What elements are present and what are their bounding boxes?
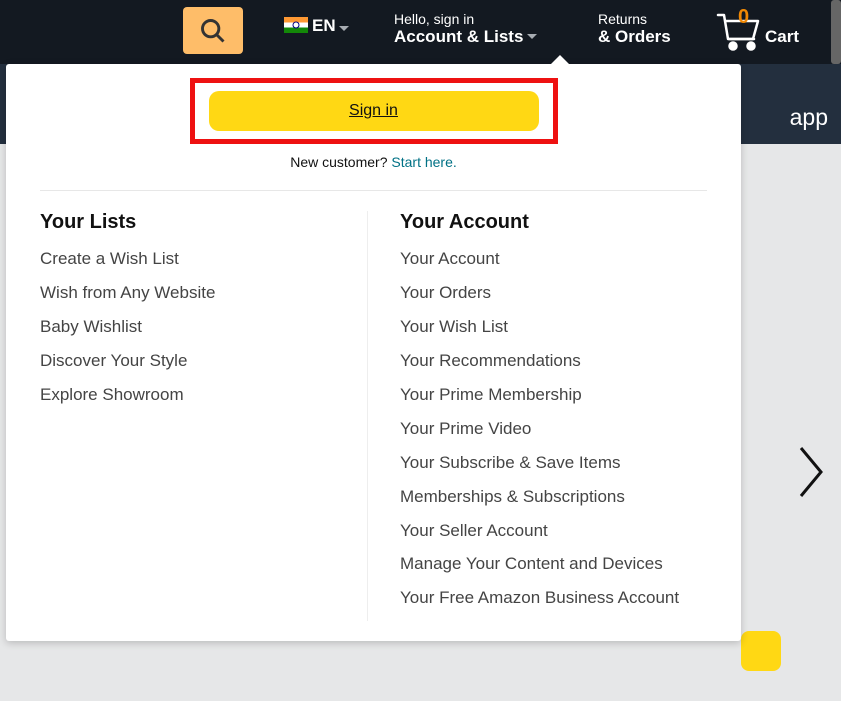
top-navbar: EN Hello, sign in Account & Lists Return…: [0, 0, 841, 64]
account-label: Account & Lists: [394, 27, 523, 47]
your-lists-heading: Your Lists: [40, 211, 347, 234]
returns-orders-link[interactable]: Returns & Orders: [592, 10, 677, 49]
returns-line1: Returns: [598, 12, 671, 27]
your-lists-column: Your Lists Create a Wish List Wish from …: [40, 211, 368, 621]
flag-india-icon: [284, 17, 308, 33]
list-link[interactable]: Wish from Any Website: [40, 282, 347, 305]
account-link[interactable]: Your Account: [400, 248, 707, 271]
account-greeting: Hello, sign in: [394, 12, 537, 27]
app-label: app: [790, 104, 828, 131]
signin-highlight-box: Sign in: [190, 78, 558, 144]
account-menu-trigger[interactable]: Hello, sign in Account & Lists: [388, 10, 543, 49]
cart-label: Cart: [765, 27, 799, 47]
cart-count: 0: [738, 6, 749, 29]
account-link[interactable]: Your Subscribe & Save Items: [400, 452, 707, 475]
cart-link[interactable]: 0 Cart: [713, 7, 801, 53]
carousel-next-button[interactable]: [793, 444, 829, 505]
account-link[interactable]: Your Prime Membership: [400, 384, 707, 407]
account-link[interactable]: Manage Your Content and Devices: [400, 553, 707, 576]
search-button[interactable]: [183, 7, 243, 54]
new-customer-prefix: New customer?: [290, 154, 391, 170]
language-selector[interactable]: EN: [280, 12, 353, 40]
chevron-down-icon: [339, 26, 349, 31]
language-label: EN: [312, 16, 336, 36]
chevron-down-icon: [527, 34, 537, 39]
dropdown-caret-icon: [551, 55, 569, 64]
your-account-column: Your Account Your Account Your Orders Yo…: [368, 211, 707, 621]
cart-icon: 0: [715, 9, 765, 51]
account-dropdown: Sign in New customer? Start here. Your L…: [6, 64, 741, 641]
list-link[interactable]: Discover Your Style: [40, 350, 347, 373]
account-link[interactable]: Your Recommendations: [400, 350, 707, 373]
search-icon: [199, 17, 227, 45]
account-link[interactable]: Your Orders: [400, 282, 707, 305]
account-link[interactable]: Memberships & Subscriptions: [400, 486, 707, 509]
start-here-link[interactable]: Start here.: [391, 154, 456, 170]
account-link[interactable]: Your Seller Account: [400, 520, 707, 543]
signin-button[interactable]: Sign in: [209, 91, 539, 131]
new-customer-text: New customer? Start here.: [6, 154, 741, 170]
account-link[interactable]: Your Free Amazon Business Account: [400, 587, 707, 610]
list-link[interactable]: Explore Showroom: [40, 384, 347, 407]
account-link[interactable]: Your Wish List: [400, 316, 707, 339]
your-account-heading: Your Account: [400, 211, 707, 234]
list-link[interactable]: Baby Wishlist: [40, 316, 347, 339]
account-link[interactable]: Your Prime Video: [400, 418, 707, 441]
returns-line2: & Orders: [598, 27, 671, 47]
decorative-card-corner: [741, 631, 781, 671]
scrollbar[interactable]: [831, 0, 841, 64]
list-link[interactable]: Create a Wish List: [40, 248, 347, 271]
